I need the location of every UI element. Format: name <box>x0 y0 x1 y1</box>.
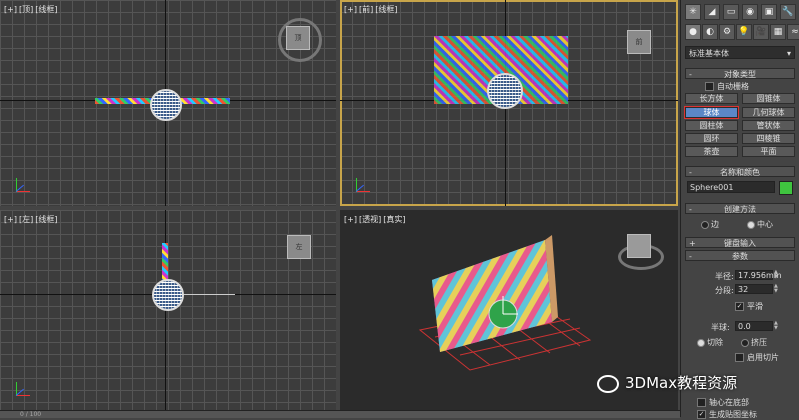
viewport-label[interactable]: [+] [透视] [真实] <box>344 214 407 225</box>
chevron-down-icon: ▾ <box>786 49 791 58</box>
viewport-label[interactable]: [+] [左] [线框] <box>4 214 59 225</box>
axis-gizmo <box>15 382 30 396</box>
segments-label: 分段: <box>715 286 734 295</box>
modify-tab[interactable]: ◢ <box>704 4 720 20</box>
viewport-top[interactable]: [+] [顶] [线框] 顶 <box>0 0 336 206</box>
slice-on-checkbox[interactable]: 启用切片 <box>735 352 779 363</box>
hemisphere-spinner[interactable]: ▲ ▼ <box>774 321 779 331</box>
helpers-icon[interactable]: ⚙ <box>719 24 735 40</box>
spacewarps-icon[interactable]: ≈ <box>787 24 799 40</box>
autogrid-checkbox[interactable]: 自动栅格 <box>705 81 749 92</box>
pyramid-button[interactable]: 四棱锥 <box>742 133 795 144</box>
cone-button[interactable]: 圆锥体 <box>742 93 795 104</box>
viewcube[interactable]: 左 <box>287 235 311 259</box>
hemisphere-label: 半球: <box>711 323 730 332</box>
category-dropdown[interactable]: 标准基本体 ▾ <box>685 46 795 59</box>
sphere-object <box>487 73 523 109</box>
axis-gizmo <box>355 178 370 192</box>
viewcube[interactable]: 前 <box>627 30 651 54</box>
shapes-icon[interactable]: ◐ <box>702 24 718 40</box>
radius-label: 半径: <box>715 272 734 281</box>
segments-field[interactable]: 32 <box>735 284 773 294</box>
radius-spinner[interactable]: ▲ ▼ <box>774 270 779 280</box>
utilities-tab[interactable]: 🔧 <box>780 4 796 20</box>
object-color-swatch[interactable] <box>779 181 793 195</box>
rollout-object-type[interactable]: - 对象类型 <box>685 68 795 79</box>
base-to-pivot-checkbox[interactable]: 轴心在底部 <box>697 397 749 408</box>
object-name-field[interactable]: Sphere001 <box>687 181 775 193</box>
lights-icon[interactable]: 💡 <box>736 24 752 40</box>
sphere-object <box>152 279 184 311</box>
teapot-button[interactable]: 茶壶 <box>685 146 738 157</box>
watermark: 3DMax教程资源 <box>597 372 737 393</box>
rollout-creation-method[interactable]: - 创建方法 <box>685 203 795 214</box>
motion-tab[interactable]: ◉ <box>742 4 758 20</box>
viewport-label[interactable]: [+] [前] [线框] <box>344 4 399 15</box>
hierarchy-tab[interactable]: ▭ <box>723 4 739 20</box>
chop-radio[interactable]: 切除 <box>697 337 723 348</box>
radius-field[interactable]: 17.956mm <box>735 270 782 280</box>
gen-mapping-checkbox[interactable]: ✓ 生成贴图坐标 <box>697 409 757 420</box>
edge-radio[interactable]: 边 <box>701 219 719 230</box>
segments-spinner[interactable]: ▲ ▼ <box>774 284 779 294</box>
cameras-icon[interactable]: 🎥 <box>753 24 769 40</box>
hemisphere-field[interactable]: 0.0 <box>735 321 773 331</box>
tube-button[interactable]: 管状体 <box>742 120 795 131</box>
axis-gizmo <box>15 178 30 192</box>
create-tab[interactable]: ✳ <box>685 4 701 20</box>
torus-button[interactable]: 圆环 <box>685 133 738 144</box>
geometry-icon[interactable]: ● <box>685 24 701 40</box>
viewport-front[interactable]: [+] [前] [线框] 前 <box>340 0 678 206</box>
grid-icon[interactable]: ▦ <box>770 24 786 40</box>
rollout-keyboard-entry[interactable]: + 键盘输入 <box>685 237 795 248</box>
viewport-left[interactable]: [+] [左] [线框] 左 <box>0 210 336 410</box>
viewcube[interactable]: 顶 <box>286 26 310 50</box>
command-panel: ✳ ◢ ▭ ◉ ▣ 🔧 ● ◐ ⚙ 💡 🎥 ▦ ≈ 标准基本体 ▾ - 对象类型 自… <box>680 0 799 420</box>
wechat-icon <box>597 374 619 393</box>
rollout-name-color[interactable]: - 名称和颜色 <box>685 166 795 177</box>
plane-button[interactable]: 平面 <box>742 146 795 157</box>
cylinder-button[interactable]: 圆柱体 <box>685 120 738 131</box>
sphere-object <box>150 89 182 121</box>
smooth-checkbox[interactable]: ✓ 平滑 <box>735 301 763 312</box>
viewport-label[interactable]: [+] [顶] [线框] <box>4 4 59 15</box>
box-button[interactable]: 长方体 <box>685 93 738 104</box>
geosphere-button[interactable]: 几何球体 <box>742 107 795 118</box>
display-tab[interactable]: ▣ <box>761 4 777 20</box>
center-radio[interactable]: 中心 <box>747 219 773 230</box>
sphere-button[interactable]: 球体 <box>684 106 739 119</box>
squash-radio[interactable]: 挤压 <box>741 337 767 348</box>
rollout-parameters[interactable]: - 参数 <box>685 250 795 261</box>
